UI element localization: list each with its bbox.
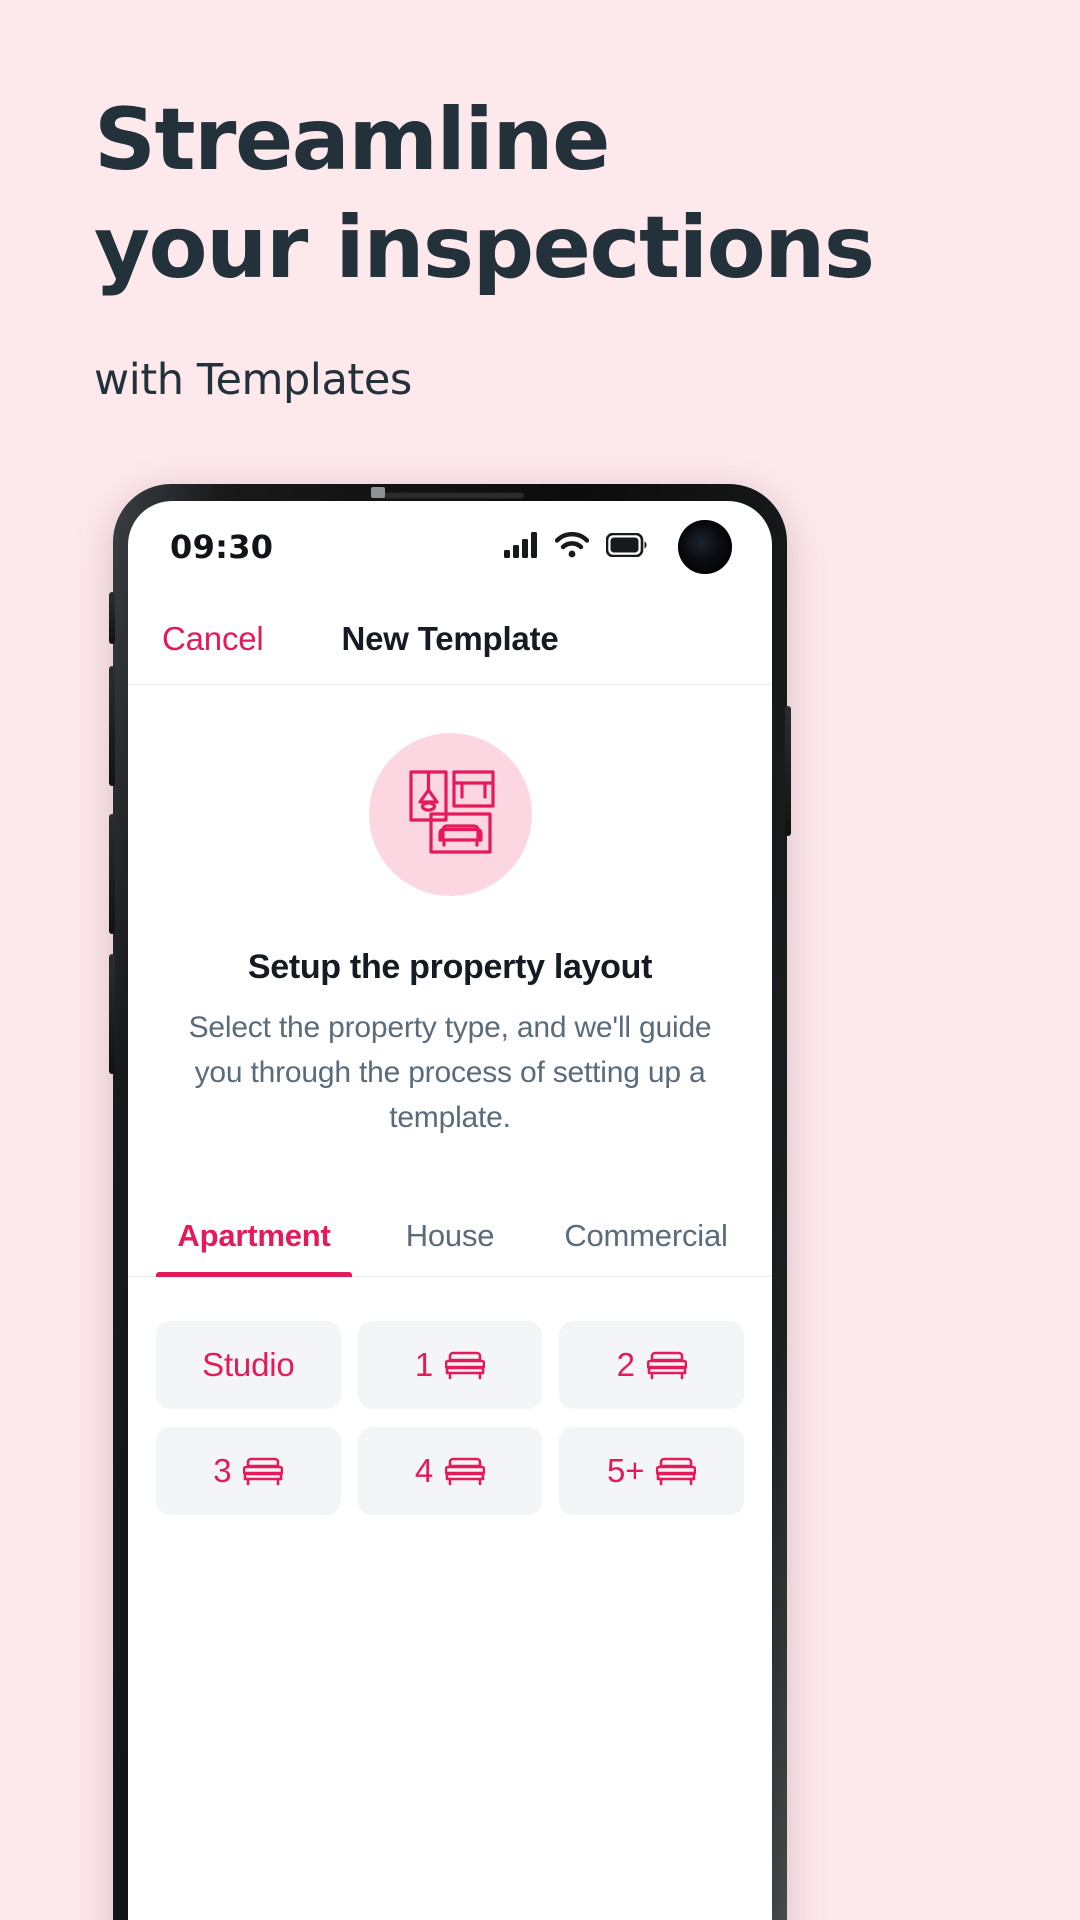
content-title: Setup the property layout: [247, 948, 653, 986]
bedroom-option-grid: Studio 1 2 3 4 5+: [128, 1321, 772, 1515]
promo-title-line-1: Streamline: [94, 90, 610, 190]
option-studio[interactable]: Studio: [156, 1321, 341, 1409]
content-description: Select the property type, and we'll guid…: [188, 1011, 712, 1134]
promo-block: Streamline your inspections with Templat…: [94, 86, 994, 406]
option-4-bedroom[interactable]: 4: [357, 1427, 543, 1515]
option-5-plus-bedroom-label: 5+: [607, 1452, 645, 1489]
content-header: Setup the property layout Select the pro…: [128, 948, 772, 1140]
option-4-bedroom-label: 4: [414, 1452, 434, 1489]
tab-apartment[interactable]: Apartment: [156, 1202, 352, 1277]
signal-bars-icon: [504, 531, 538, 563]
phone-mockup: 09:30 Cancel New Template Setup the prop…: [109, 484, 791, 1920]
tab-house-label: House: [405, 1218, 495, 1253]
bed-icon: [243, 1455, 284, 1487]
status-time: 09:30: [170, 528, 274, 566]
room-layout-icon: [398, 766, 502, 863]
option-1-bedroom[interactable]: 1: [357, 1321, 543, 1409]
tab-apartment-label: Apartment: [177, 1218, 331, 1253]
promo-title-line-2: your inspections: [94, 198, 875, 298]
earpiece-speaker: [375, 492, 525, 499]
front-camera-punch-hole: [678, 520, 732, 574]
tab-house[interactable]: House: [352, 1202, 548, 1276]
proximity-sensor: [371, 487, 385, 498]
phone-side-button: [109, 592, 115, 644]
hero-illustration: [128, 733, 772, 896]
option-2-bedroom-label: 2: [616, 1346, 635, 1383]
promo-subtitle: with Templates: [94, 355, 412, 405]
option-2-bedroom[interactable]: 2: [559, 1321, 744, 1409]
battery-full-icon: [605, 532, 648, 562]
option-1-bedroom-label: 1: [414, 1346, 434, 1383]
cancel-button[interactable]: Cancel: [162, 620, 264, 658]
bed-icon: [646, 1349, 687, 1381]
bed-icon: [656, 1455, 697, 1487]
phone-screen: 09:30 Cancel New Template Setup the prop…: [128, 501, 772, 1920]
status-icon-group: [504, 520, 732, 574]
option-5-plus-bedroom[interactable]: 5+: [559, 1427, 744, 1515]
property-type-tabs: Apartment House Commercial: [128, 1202, 772, 1277]
wifi-icon: [554, 531, 590, 563]
hero-circle: [368, 733, 532, 896]
option-3-bedroom-label: 3: [213, 1452, 232, 1489]
option-3-bedroom[interactable]: 3: [156, 1427, 341, 1515]
phone-volume-up-button: [109, 666, 115, 786]
tab-commercial[interactable]: Commercial: [548, 1202, 744, 1276]
tab-commercial-label: Commercial: [564, 1218, 728, 1253]
nav-bar: Cancel New Template: [128, 593, 772, 685]
option-studio-label: Studio: [202, 1346, 295, 1383]
status-bar: 09:30: [128, 501, 772, 593]
bed-icon: [445, 1349, 486, 1381]
phone-power-button: [785, 706, 791, 836]
bed-icon: [445, 1455, 486, 1487]
phone-assistant-button: [109, 954, 115, 1074]
phone-volume-down-button: [109, 814, 115, 934]
